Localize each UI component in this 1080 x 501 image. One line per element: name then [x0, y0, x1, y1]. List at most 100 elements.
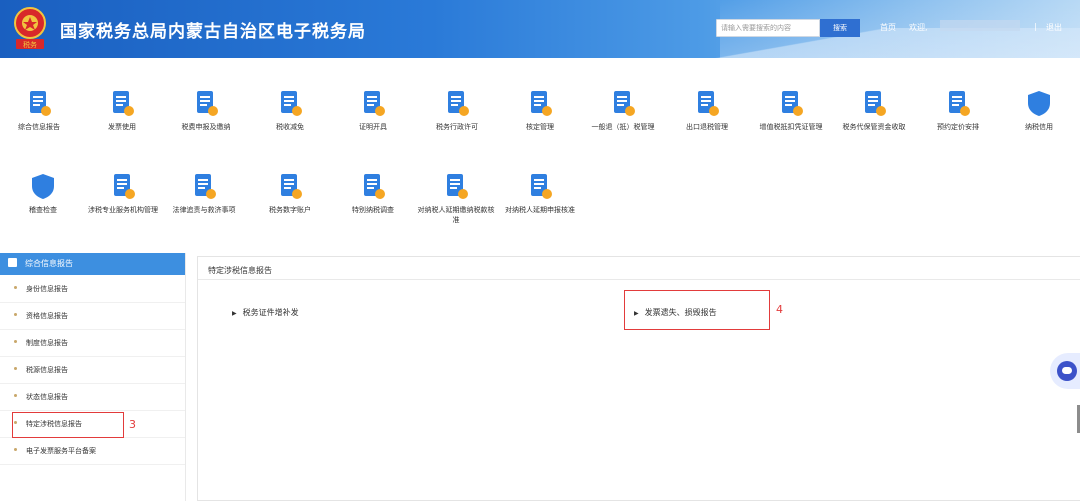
function-label: 涉税专业服务机构管理 — [88, 206, 158, 214]
function-item[interactable]: 稽查检查 — [2, 171, 84, 215]
entry-label: 税务证件增补发 — [242, 308, 299, 317]
sidebar-item-label: 制度信息报告 — [26, 339, 68, 347]
function-item[interactable]: 对纳税人延期缴纳税款核准 — [415, 171, 497, 225]
function-label: 综合信息报告 — [18, 123, 60, 131]
home-link[interactable]: 首页 — [880, 22, 896, 33]
sidebar-item-label: 状态信息报告 — [26, 393, 68, 401]
annotation-box-entry — [624, 290, 770, 330]
function-label: 证明开具 — [359, 123, 387, 131]
deferred-filing-icon — [531, 174, 552, 199]
panel-divider — [198, 279, 1080, 280]
function-item[interactable]: 法律追责与救济事项 — [163, 171, 245, 215]
bullet-dot-icon — [14, 340, 17, 343]
legal-icon — [195, 174, 216, 199]
bullet-dot-icon — [14, 313, 17, 316]
function-label: 稽查检查 — [29, 206, 57, 214]
site-header: 税务 国家税务总局内蒙古自治区电子税务局 请输入需要搜索的内容 搜索 首页 欢迎… — [0, 0, 1080, 58]
function-label: 税收减免 — [276, 123, 304, 131]
deferred-payment-icon — [447, 174, 468, 199]
function-label: 税务数字账户 — [269, 206, 311, 214]
bullet-dot-icon — [14, 367, 17, 370]
function-label: 预约定价安排 — [937, 123, 979, 131]
entry-certificate-reissue[interactable]: ▶ 税务证件增补发 — [232, 307, 299, 318]
tax-relief-icon — [281, 91, 302, 116]
sidebar-item-label: 身份信息报告 — [26, 285, 68, 293]
sidebar-divider — [185, 253, 186, 501]
chat-assistant-button[interactable] — [1050, 353, 1080, 389]
logout-link[interactable]: 退出 — [1046, 22, 1062, 33]
vat-deduction-icon — [782, 91, 803, 116]
emblem-label: 税务 — [23, 40, 37, 49]
annotation-number: 3 — [129, 418, 136, 431]
sidebar-item[interactable]: 制度信息报告 — [0, 330, 185, 357]
function-item[interactable]: 预约定价安排 — [917, 88, 999, 132]
function-label: 法律追责与救济事项 — [172, 206, 236, 214]
welcome-text: 欢迎, — [909, 23, 928, 32]
function-item[interactable]: 特别纳税调查 — [332, 171, 414, 215]
triangle-right-icon: ▶ — [232, 310, 237, 317]
function-item[interactable]: 纳税信用 — [998, 88, 1080, 132]
annotation-box-sidebar — [12, 412, 124, 438]
function-label: 税费申报及缴纳 — [181, 123, 231, 131]
export-refund-icon — [698, 91, 719, 116]
function-item[interactable]: 发票使用 — [81, 88, 163, 132]
function-label: 发票使用 — [108, 123, 136, 131]
special-investigation-icon — [364, 174, 385, 199]
masked-username — [940, 20, 1020, 31]
sidebar-item[interactable]: 电子发票服务平台备案 — [0, 438, 185, 465]
invoice-icon — [113, 91, 134, 116]
refund-icon — [614, 91, 635, 116]
function-item[interactable]: 税务数字账户 — [249, 171, 331, 215]
function-label: 对纳税人延期缴纳税款核准 — [417, 206, 495, 224]
report-doc-icon — [30, 91, 51, 116]
function-item[interactable]: 证明开具 — [332, 88, 414, 132]
admin-permit-icon — [448, 91, 469, 116]
function-item[interactable]: 一般退（抵）税管理 — [582, 88, 664, 132]
agency-icon — [114, 174, 135, 199]
sidebar-item[interactable]: 资格信息报告 — [0, 303, 185, 330]
function-label: 一般退（抵）税管理 — [591, 123, 655, 131]
function-item[interactable]: 核定管理 — [499, 88, 581, 132]
search-input[interactable]: 请输入需要搜索的内容 — [716, 19, 820, 37]
function-item[interactable]: 涉税专业服务机构管理 — [82, 171, 164, 215]
function-label: 特别纳税调查 — [352, 206, 394, 214]
sidebar-header: 综合信息报告 — [0, 253, 185, 275]
bullet-dot-icon — [14, 394, 17, 397]
assessment-icon — [531, 91, 552, 116]
tax-emblem-icon: 税务 — [14, 7, 46, 49]
panel-title: 特定涉税信息报告 — [208, 266, 272, 275]
sidebar-item[interactable]: 身份信息报告 — [0, 276, 185, 303]
sidebar-item-label: 税源信息报告 — [26, 366, 68, 374]
function-item[interactable]: 出口退税管理 — [666, 88, 748, 132]
bullet-dot-icon — [14, 448, 17, 451]
function-item[interactable]: 综合信息报告 — [0, 88, 80, 132]
chat-bubble-icon — [1057, 361, 1077, 381]
function-item[interactable]: 税费申报及缴纳 — [165, 88, 247, 132]
sidebar-item-label: 资格信息报告 — [26, 312, 68, 320]
digital-account-icon — [281, 174, 302, 199]
annotation-number: 4 — [776, 303, 783, 316]
function-label: 核定管理 — [526, 123, 554, 131]
tax-payment-icon — [197, 91, 218, 116]
sidebar-item[interactable]: 税源信息报告 — [0, 357, 185, 384]
function-item[interactable]: 税务行政许可 — [416, 88, 498, 132]
function-item[interactable]: 税务代保管资金收取 — [833, 88, 915, 132]
sidebar-item-label: 电子发票服务平台备案 — [26, 447, 96, 455]
function-label: 增值税抵扣凭证管理 — [759, 123, 823, 131]
report-doc-icon — [8, 258, 17, 267]
function-item[interactable]: 税收减免 — [249, 88, 331, 132]
site-title: 国家税务总局内蒙古自治区电子税务局 — [60, 22, 366, 42]
search-button[interactable]: 搜索 — [820, 19, 860, 37]
nav-separator: | — [1034, 22, 1037, 31]
function-label: 出口退税管理 — [686, 123, 728, 131]
credit-shield-icon — [1028, 91, 1050, 116]
custody-fund-icon — [865, 91, 886, 116]
function-label: 税务行政许可 — [436, 123, 478, 131]
function-item[interactable]: 对纳税人延期申报核准 — [499, 171, 581, 215]
sidebar-title: 综合信息报告 — [25, 259, 73, 268]
sidebar-item[interactable]: 状态信息报告 — [0, 384, 185, 411]
function-label: 纳税信用 — [1025, 123, 1053, 131]
function-item[interactable]: 增值税抵扣凭证管理 — [750, 88, 832, 132]
bullet-dot-icon — [14, 286, 17, 289]
function-label: 税务代保管资金收取 — [842, 123, 906, 131]
